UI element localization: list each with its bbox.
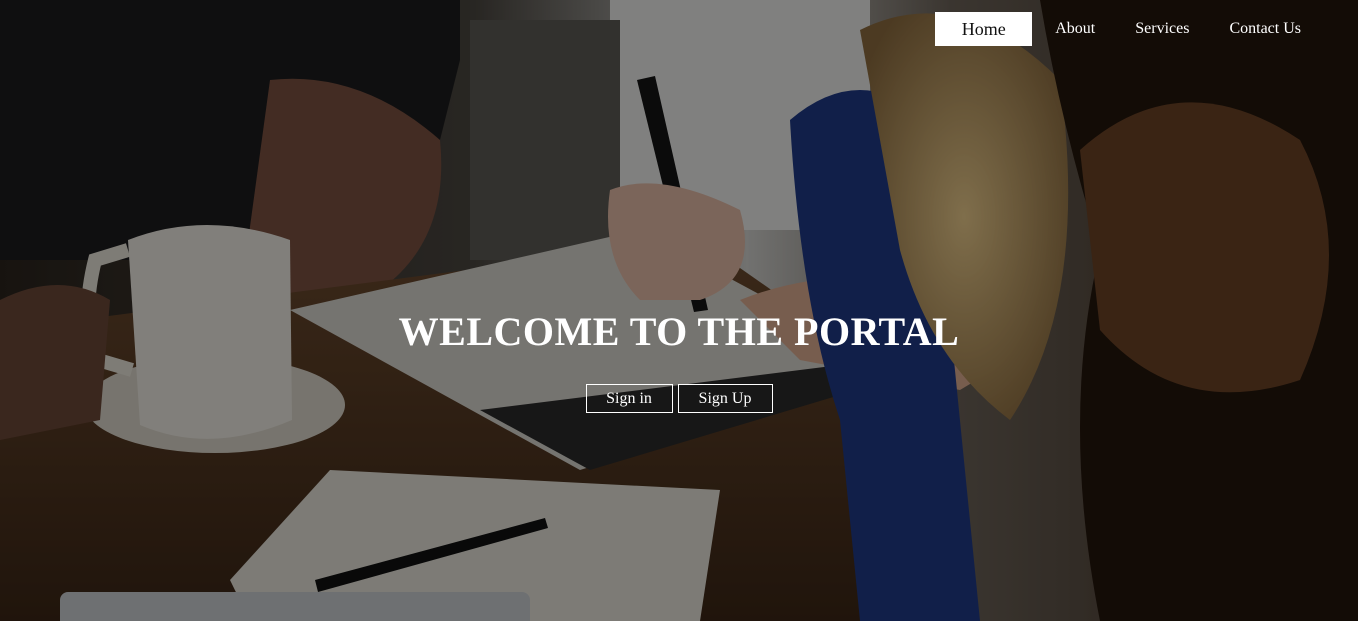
- nav-services-link[interactable]: Services: [1118, 12, 1206, 46]
- sign-up-button[interactable]: Sign Up: [677, 384, 773, 413]
- sign-in-button[interactable]: Sign in: [585, 384, 673, 413]
- nav-home-link[interactable]: Home: [935, 12, 1033, 46]
- nav-about-link[interactable]: About: [1038, 12, 1112, 46]
- hero-title: WELCOME TO THE PORTAL: [398, 309, 960, 354]
- nav-contact-link[interactable]: Contact Us: [1212, 12, 1318, 46]
- top-navigation: Home About Services Contact Us: [935, 12, 1318, 46]
- hero-section: Home About Services Contact Us WELCOME T…: [0, 0, 1358, 621]
- hero-actions: Sign in Sign Up: [0, 384, 1358, 413]
